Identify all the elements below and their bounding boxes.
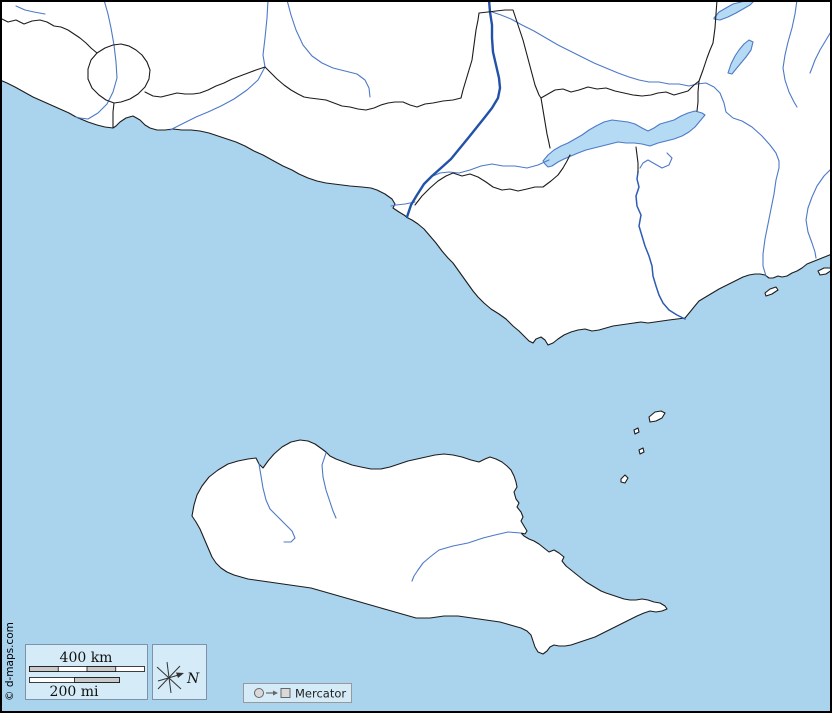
map-canvas: 400 km 200 mi N Mercator © d-maps.com [0, 0, 832, 713]
projection-label: Mercator [295, 687, 346, 701]
scale-km-label: 400 km [60, 650, 113, 666]
scale-bar-km [29, 666, 145, 672]
north-arrow-box: N [152, 644, 207, 700]
scale-bar-mi [29, 677, 120, 683]
map-square-icon [280, 688, 291, 698]
north-label: N [186, 671, 200, 687]
projection-tag: Mercator [243, 683, 352, 703]
globe-circle-icon [254, 688, 264, 698]
scale-box: 400 km 200 mi [25, 644, 148, 700]
attribution-text: © d-maps.com [4, 622, 16, 701]
scale-mi-label: 200 mi [50, 684, 99, 700]
